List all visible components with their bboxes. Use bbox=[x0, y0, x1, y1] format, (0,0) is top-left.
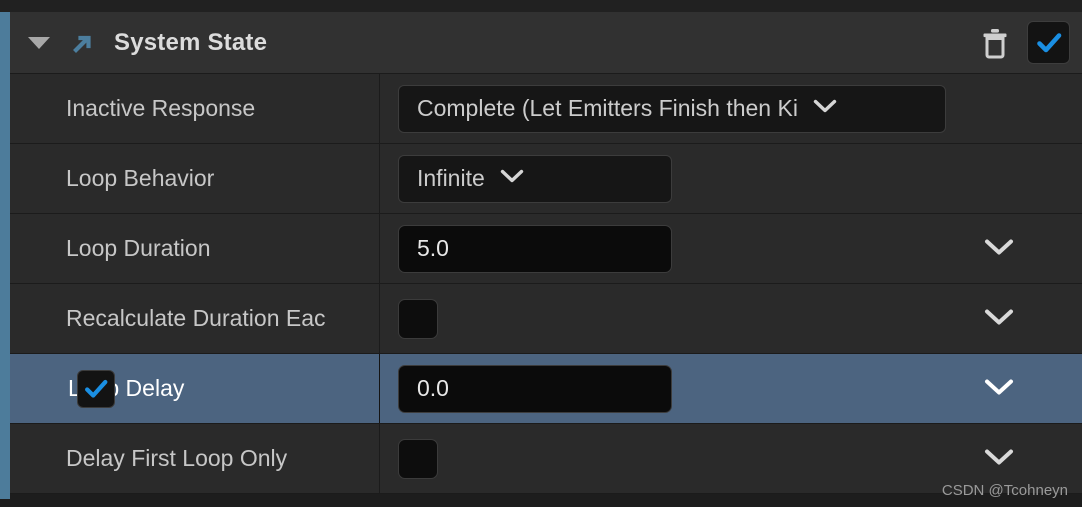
property-value-cell: Complete (Let Emitters Finish then Ki bbox=[380, 74, 1082, 143]
page-title: System State bbox=[114, 28, 268, 56]
panel-body: System State Inactive Response Complete … bbox=[10, 12, 1082, 507]
input-value: 5.0 bbox=[417, 235, 449, 261]
input-value: 0.0 bbox=[417, 375, 449, 401]
dropdown-value: Complete (Let Emitters Finish then Ki bbox=[417, 95, 798, 121]
checkbox-checked-icon[interactable] bbox=[1027, 21, 1070, 64]
chevron-down-icon bbox=[812, 97, 838, 120]
property-label: Loop Behavior bbox=[66, 165, 215, 191]
property-label-cell: Loop Behavior bbox=[10, 144, 380, 213]
panel-bottom-edge bbox=[0, 499, 1082, 507]
loop-delay-enable-checkbox[interactable] bbox=[77, 369, 115, 408]
property-label-cell: Loop Duration bbox=[10, 214, 380, 283]
property-label-cell: Recalculate Duration Eac bbox=[10, 284, 380, 353]
property-label: Loop Duration bbox=[66, 235, 211, 261]
property-label: Inactive Response bbox=[66, 95, 256, 121]
property-value-cell: 0.0 bbox=[380, 354, 1082, 423]
delay-first-loop-only-checkbox[interactable] bbox=[398, 438, 438, 479]
property-value-cell bbox=[380, 424, 1082, 493]
property-row-loop-behavior[interactable]: Loop Behavior Infinite bbox=[10, 144, 1082, 214]
property-row-recalculate-duration[interactable]: Recalculate Duration Eac bbox=[10, 284, 1082, 354]
chevron-down-icon[interactable] bbox=[982, 305, 1016, 332]
loop-behavior-dropdown[interactable]: Infinite bbox=[398, 154, 672, 203]
property-label-cell: Inactive Response bbox=[10, 74, 380, 143]
loop-delay-input[interactable]: 0.0 bbox=[398, 364, 672, 413]
arrow-up-right-icon bbox=[70, 30, 96, 56]
property-row-delay-first-loop-only[interactable]: Delay First Loop Only bbox=[10, 424, 1082, 494]
category-accent-rail bbox=[0, 12, 10, 505]
chevron-down-icon[interactable] bbox=[982, 445, 1016, 472]
section-header[interactable]: System State bbox=[10, 12, 1082, 74]
chevron-down-icon[interactable] bbox=[982, 235, 1016, 262]
property-value-cell: 5.0 bbox=[380, 214, 1082, 283]
trash-icon[interactable] bbox=[975, 22, 1015, 64]
property-value-cell bbox=[380, 284, 1082, 353]
header-actions bbox=[975, 12, 1070, 73]
window-top-strip bbox=[0, 0, 1082, 12]
recalculate-duration-checkbox[interactable] bbox=[398, 298, 438, 339]
property-label-cell: Loop Delay bbox=[10, 354, 380, 423]
property-row-loop-duration[interactable]: Loop Duration 5.0 bbox=[10, 214, 1082, 284]
system-state-panel: System State Inactive Response Complete … bbox=[0, 0, 1082, 507]
property-row-inactive-response[interactable]: Inactive Response Complete (Let Emitters… bbox=[10, 74, 1082, 144]
property-label-cell: Delay First Loop Only bbox=[10, 424, 380, 493]
loop-duration-input[interactable]: 5.0 bbox=[398, 224, 672, 273]
dropdown-value: Infinite bbox=[417, 165, 485, 191]
property-label: Recalculate Duration Eac bbox=[66, 305, 326, 331]
property-label: Delay First Loop Only bbox=[66, 445, 288, 471]
inactive-response-dropdown[interactable]: Complete (Let Emitters Finish then Ki bbox=[398, 84, 946, 133]
triangle-down-icon[interactable] bbox=[28, 36, 50, 49]
property-row-loop-delay[interactable]: Loop Delay 0.0 bbox=[10, 354, 1082, 424]
chevron-down-icon bbox=[499, 167, 525, 190]
property-value-cell: Infinite bbox=[380, 144, 1082, 213]
chevron-down-icon[interactable] bbox=[982, 375, 1016, 402]
